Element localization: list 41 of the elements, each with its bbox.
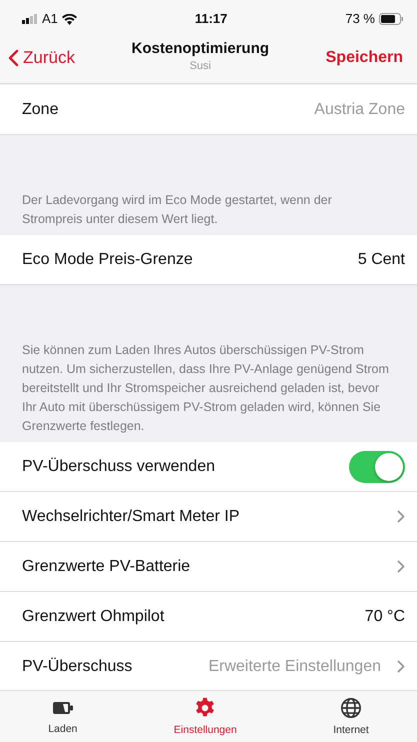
save-button[interactable]: Speichern bbox=[326, 46, 403, 70]
settings-row[interactable]: Grenzwert Ohmpilot 70 °C bbox=[0, 592, 417, 642]
row-value: 70 °C bbox=[364, 606, 405, 626]
settings-row[interactable]: Grenzwerte PV-Batterie bbox=[0, 542, 417, 592]
row-label: Wechselrichter/Smart Meter IP bbox=[22, 506, 240, 526]
settings-row[interactable]: Zone Austria Zone bbox=[0, 85, 417, 135]
row-label: Grenzwerte PV-Batterie bbox=[22, 556, 190, 576]
clock-time: 11:17 bbox=[194, 10, 228, 28]
carrier-name: A1 bbox=[42, 10, 58, 28]
row-label: PV-Überschuss verwenden bbox=[22, 456, 215, 476]
tab-bar-item[interactable]: Laden bbox=[48, 691, 78, 742]
chevron-right-icon bbox=[397, 560, 405, 573]
chevron-right-icon bbox=[397, 510, 405, 523]
tab-bar-item[interactable]: Internet bbox=[333, 691, 369, 742]
back-chevron-icon bbox=[8, 48, 19, 66]
row-label: Zone bbox=[22, 100, 58, 120]
row-value: Austria Zone bbox=[314, 100, 405, 120]
row-label: Eco Mode Preis-Grenze bbox=[22, 250, 193, 270]
section-description: Der Ladevorgang wird im Eco Mode gestartet, wenn der Strompreis unter diesem Wert liegt. bbox=[21, 192, 333, 228]
wifi-icon bbox=[62, 14, 77, 24]
globe-icon bbox=[340, 697, 362, 719]
settings-row[interactable]: Wechselrichter/Smart Meter IP bbox=[0, 492, 417, 542]
row-label: PV-Überschuss bbox=[22, 656, 132, 676]
settings-row[interactable]: PV-Überschuss Erweiterte Einstellungen bbox=[0, 642, 417, 690]
chevron-right-icon bbox=[397, 660, 405, 673]
battery-icon bbox=[379, 13, 403, 25]
toggle-switch[interactable] bbox=[349, 450, 405, 482]
battery-percent: 73 % bbox=[345, 10, 375, 28]
signal-icon bbox=[22, 14, 38, 24]
settings-row[interactable]: Eco Mode Preis-Grenze 5 Cent bbox=[0, 235, 417, 285]
row-value: 5 Cent bbox=[358, 250, 405, 270]
settings-row[interactable]: PV-Überschuss verwenden bbox=[0, 442, 417, 492]
gear-icon bbox=[194, 697, 216, 719]
page-subtitle: Susi bbox=[188, 58, 212, 74]
battery-icon bbox=[52, 702, 73, 714]
section-description: Sie können zum Laden Ihres Autos überschüssigen PV-Strom nutzen. Um sicherzustellen, dass Ihre PV-Anlage genügend Strom bereitstellt und Ihr Stromspeicher ausreichend geladen ist, bevor Ihr Auto mit überschüssigem PV-Strom geladen wird, können Sie Grenzwerte festlegen. bbox=[21, 342, 390, 435]
page-title: Kostenoptimierung bbox=[132, 41, 270, 58]
tab-bar-item[interactable]: Einstellungen bbox=[174, 691, 237, 742]
row-label: Grenzwert Ohmpilot bbox=[22, 606, 164, 626]
row-value: Erweiterte Einstellungen bbox=[208, 656, 381, 676]
back-button[interactable]: Zurück bbox=[8, 44, 75, 70]
